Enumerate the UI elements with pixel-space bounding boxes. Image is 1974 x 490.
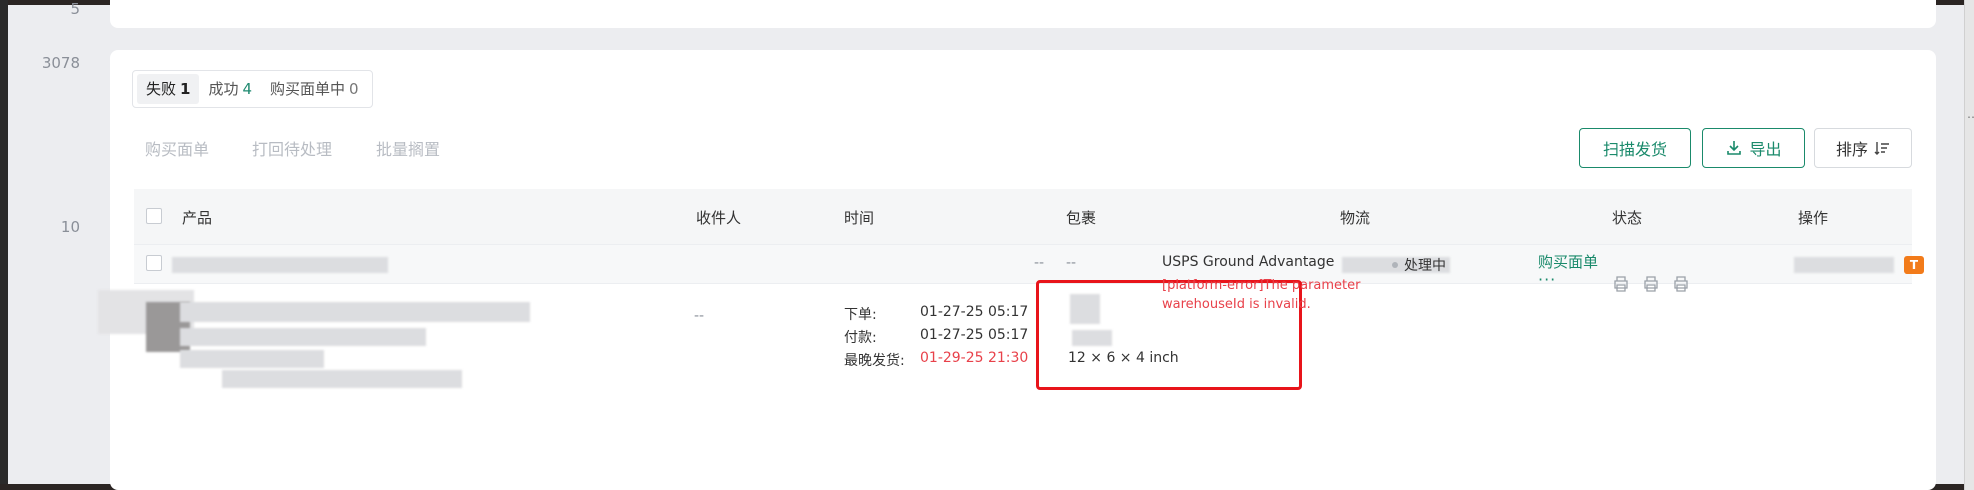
more-actions[interactable]: ··· <box>1538 270 1556 289</box>
row-number: 5 <box>70 0 80 18</box>
group-dash: -- <box>1034 255 1045 271</box>
pay-time-label: 付款: <box>844 330 877 346</box>
logistics-service: USPS Ground Advantage <box>1162 254 1335 270</box>
deadline-label: 最晚发货: <box>844 353 905 369</box>
tab-label: 成功 <box>208 80 239 98</box>
window-left-edge <box>0 0 8 490</box>
export-button[interactable]: 导出 <box>1702 128 1805 168</box>
redacted-product-sku <box>180 328 426 346</box>
row-number: 3078 <box>41 54 80 72</box>
printer-icon[interactable] <box>1612 275 1630 293</box>
redacted-product-extra <box>222 370 462 388</box>
order-time-value: 01-27-25 05:17 <box>920 304 1029 320</box>
pay-time-value: 01-27-25 05:17 <box>920 327 1029 343</box>
order-status: 处理中 <box>1392 255 1446 275</box>
return-pending-action[interactable]: 打回待处理 <box>252 136 332 160</box>
col-recipient: 收件人 <box>696 209 742 227</box>
order-time-label: 下单: <box>844 307 877 323</box>
scan-ship-label: 扫描发货 <box>1602 140 1667 159</box>
col-time: 时间 <box>844 209 875 227</box>
col-product: 产品 <box>182 209 213 227</box>
redacted-product-title <box>180 302 530 322</box>
tab-count: 0 <box>349 80 359 98</box>
col-package: 包裹 <box>1066 209 1097 227</box>
logistics-error-message: [platform-error]The parameter warehouseI… <box>1162 278 1361 312</box>
batch-hold-action[interactable]: 批量搁置 <box>376 136 440 160</box>
download-icon <box>1727 141 1742 155</box>
printer-icon[interactable] <box>1672 275 1690 293</box>
tab-failed[interactable]: 失败 1 <box>137 74 200 104</box>
sort-label: 排序 <box>1835 140 1868 159</box>
order-card: 失败 1 成功 4 购买面单中 0 购买面单 打回待处理 批量搁置 扫描发货 导出 排… <box>98 50 1936 490</box>
tab-label: 购买面单中 <box>270 80 346 98</box>
row-number: 10 <box>60 218 80 236</box>
scan-ship-button[interactable]: 扫描发货 <box>1579 128 1691 168</box>
redacted-product-variant <box>180 350 324 368</box>
table-header: 产品 收件人 时间 包裹 物流 状态 操作 <box>134 189 1912 244</box>
col-logistics: 物流 <box>1340 209 1371 227</box>
store-tag: T <box>1904 256 1924 274</box>
select-all-checkbox[interactable] <box>146 208 162 224</box>
redacted-order-id <box>172 257 388 273</box>
scroll-dots-icon: ⋯ <box>1967 110 1974 124</box>
redacted-store <box>1794 257 1894 273</box>
sort-icon <box>1874 142 1889 155</box>
tab-buying-label[interactable]: 购买面单中 0 <box>261 74 368 104</box>
right-scrollbar[interactable]: ⋯ <box>1964 0 1974 490</box>
recipient-value: -- <box>694 308 705 324</box>
tab-label: 失败 <box>146 80 177 98</box>
status-text: 处理中 <box>1404 258 1446 274</box>
previous-card <box>110 0 1936 28</box>
sort-button[interactable]: 排序 <box>1814 128 1912 168</box>
printer-icon[interactable] <box>1642 275 1660 293</box>
group-dash: -- <box>1066 255 1077 271</box>
status-dot-icon <box>1392 262 1398 268</box>
buy-label-action[interactable]: 购买面单 <box>145 136 209 160</box>
status-tabs: 失败 1 成功 4 购买面单中 0 <box>132 70 373 108</box>
group-checkbox[interactable] <box>146 255 162 271</box>
export-label: 导出 <box>1749 140 1782 159</box>
tab-count: 4 <box>242 80 253 98</box>
col-actions: 操作 <box>1798 209 1829 227</box>
col-status: 状态 <box>1612 209 1643 227</box>
tab-success[interactable]: 成功 4 <box>199 74 261 104</box>
tab-count: 1 <box>180 80 191 98</box>
buy-label-link[interactable]: 购买面单 <box>1538 251 1598 272</box>
deadline-value: 01-29-25 21:30 <box>920 350 1029 366</box>
